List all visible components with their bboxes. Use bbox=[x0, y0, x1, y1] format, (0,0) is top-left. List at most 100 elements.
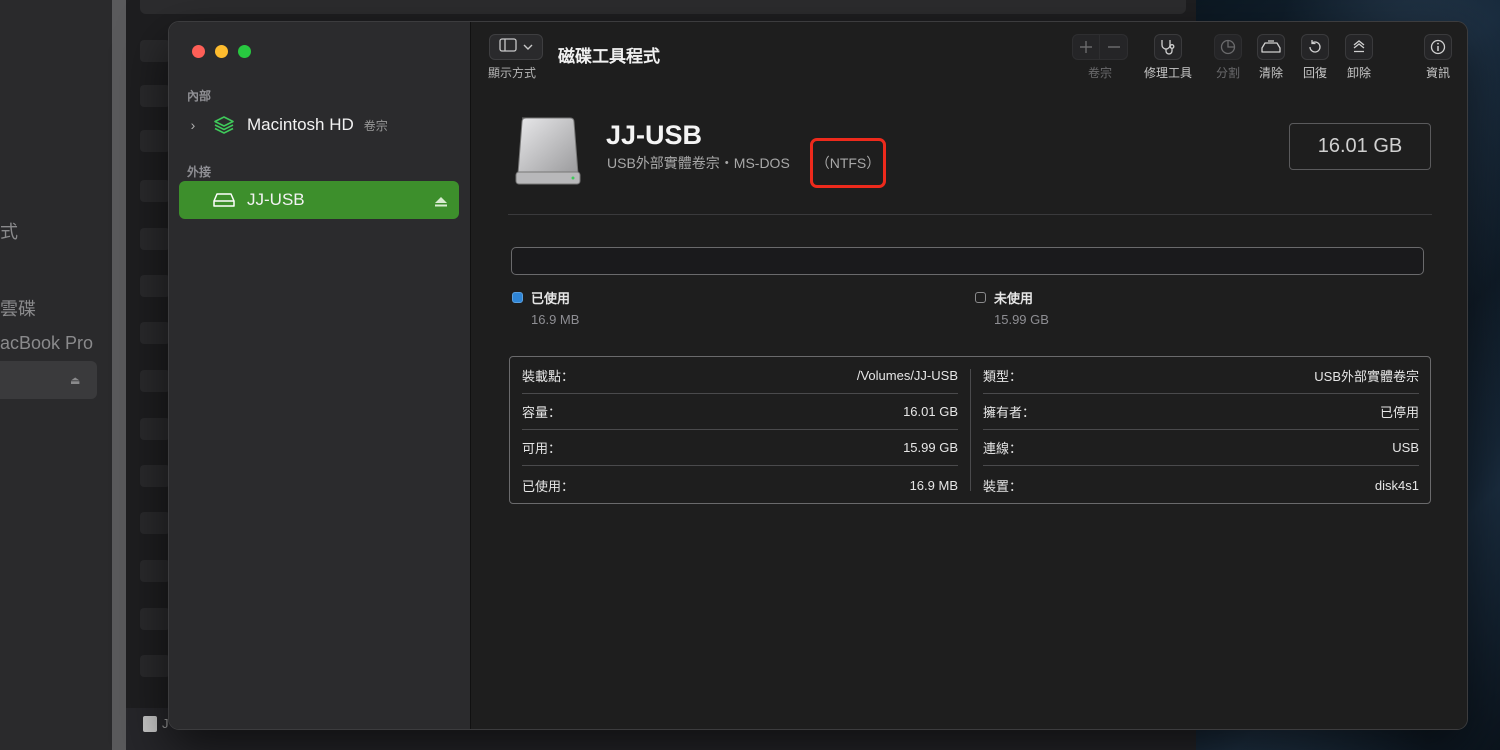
sidebar: 內部 › Macintosh HD 卷宗 外接 JJ-USB bbox=[169, 22, 471, 729]
volume-button-label: 卷宗 bbox=[1087, 66, 1112, 80]
unmount-label: 卸除 bbox=[1346, 66, 1371, 80]
info-key: 裝置： bbox=[983, 478, 1023, 494]
background-row bbox=[140, 608, 170, 630]
used-swatch bbox=[512, 292, 523, 303]
filesystem-highlight: （NTFS） bbox=[810, 138, 886, 188]
info-table: 裝載點： /Volumes/JJ-USB 容量： 16.01 GB 可用： 15… bbox=[509, 356, 1431, 504]
chevron-down-icon bbox=[523, 38, 533, 56]
info-row: 已使用： 16.9 MB bbox=[522, 467, 958, 503]
volume-description: USB外部實體卷宗・MS-DOS bbox=[607, 155, 790, 171]
info-value: USB bbox=[1392, 440, 1419, 455]
info-key: 連線： bbox=[983, 441, 1023, 456]
sidebar-toggle-icon bbox=[499, 37, 517, 57]
usage-bar bbox=[511, 247, 1424, 275]
background-row bbox=[140, 465, 170, 487]
free-label: 未使用 bbox=[994, 291, 1034, 306]
background-divider bbox=[112, 0, 126, 750]
info-row: 擁有者： 已停用 bbox=[983, 394, 1419, 430]
pie-chart-icon bbox=[1214, 34, 1242, 60]
layers-icon bbox=[211, 115, 237, 135]
info-value: 15.99 GB bbox=[903, 440, 958, 455]
legend-free: 未使用 bbox=[975, 288, 1033, 307]
info-key: 擁有者： bbox=[983, 405, 1036, 420]
zoom-button[interactable] bbox=[238, 45, 251, 58]
free-value: 15.99 GB bbox=[994, 312, 1049, 327]
background-sidebar-text: 雲碟 bbox=[0, 299, 36, 319]
first-aid-label: 修理工具 bbox=[1144, 66, 1193, 80]
unmount-button[interactable]: 卸除 bbox=[1345, 34, 1373, 81]
info-row: 容量： 16.01 GB bbox=[522, 394, 958, 430]
info-key: 容量： bbox=[522, 405, 562, 420]
eject-icon: ⏏ bbox=[70, 375, 81, 387]
background-row bbox=[140, 560, 170, 582]
sidebar-item-jj-usb[interactable]: JJ-USB bbox=[179, 181, 459, 219]
info-key: 裝載點： bbox=[522, 369, 575, 384]
background-row bbox=[140, 418, 170, 440]
disk-icon bbox=[143, 716, 157, 732]
info-value: 已停用 bbox=[1379, 405, 1419, 420]
background-row bbox=[140, 370, 170, 392]
stethoscope-icon bbox=[1154, 34, 1182, 60]
filesystem-label: （NTFS） bbox=[815, 155, 881, 171]
view-label: 顯示方式 bbox=[488, 66, 537, 80]
minus-icon[interactable] bbox=[1100, 34, 1128, 60]
info-value: USB外部實體卷宗 bbox=[1314, 369, 1419, 384]
sidebar-item-label: Macintosh HD bbox=[247, 115, 354, 134]
background-sidebar-text: 式 bbox=[0, 222, 18, 242]
info-column-left: 裝載點： /Volumes/JJ-USB 容量： 16.01 GB 可用： 15… bbox=[510, 357, 970, 503]
view-menu-button[interactable] bbox=[489, 34, 543, 60]
usb-drive-icon bbox=[512, 114, 584, 191]
restore-button[interactable]: 回復 bbox=[1301, 34, 1329, 81]
background-row bbox=[140, 40, 170, 62]
info-value: 16.9 MB bbox=[909, 477, 958, 493]
chevron-right-icon[interactable]: › bbox=[181, 117, 205, 133]
background-toolbar bbox=[140, 0, 1186, 14]
sidebar-section-internal: 內部 bbox=[187, 89, 212, 103]
volume-capacity: 16.01 GB bbox=[1289, 123, 1431, 170]
background-selected-item bbox=[0, 361, 97, 399]
info-row: 裝載點： /Volumes/JJ-USB bbox=[522, 358, 958, 394]
background-row bbox=[140, 85, 170, 107]
disk-utility-window: 內部 › Macintosh HD 卷宗 外接 JJ-USB 顯示方式 磁碟工具… bbox=[168, 21, 1468, 730]
background-row bbox=[140, 180, 170, 202]
sidebar-item-label: JJ-USB bbox=[247, 190, 305, 209]
background-sidebar-text: acBook Pro bbox=[0, 333, 94, 353]
sidebar-item-macintosh-hd[interactable]: › Macintosh HD 卷宗 bbox=[179, 106, 459, 144]
unmount-icon bbox=[1345, 34, 1373, 60]
info-label: 資訊 bbox=[1425, 66, 1450, 80]
info-value: /Volumes/JJ-USB bbox=[856, 368, 958, 383]
erase-label: 清除 bbox=[1258, 66, 1283, 80]
divider bbox=[508, 214, 1432, 215]
background-row bbox=[140, 275, 170, 297]
first-aid-button[interactable]: 修理工具 bbox=[1144, 34, 1192, 81]
info-column-right: 類型： USB外部實體卷宗 擁有者： 已停用 連線： USB 裝置： disk4… bbox=[970, 369, 1430, 494]
partition-button[interactable]: 分割 bbox=[1214, 34, 1242, 81]
used-label: 已使用 bbox=[531, 291, 571, 306]
background-row bbox=[140, 228, 170, 250]
info-icon bbox=[1424, 34, 1452, 60]
info-button[interactable]: 資訊 bbox=[1424, 34, 1452, 81]
minimize-button[interactable] bbox=[215, 45, 228, 58]
plus-icon[interactable] bbox=[1072, 34, 1100, 60]
info-key: 類型： bbox=[983, 369, 1023, 384]
external-drive-icon bbox=[211, 190, 237, 210]
volume-button[interactable]: 卷宗 bbox=[1072, 34, 1128, 81]
erase-button[interactable]: 清除 bbox=[1257, 34, 1285, 81]
info-row: 可用： 15.99 GB bbox=[522, 430, 958, 466]
info-row: 類型： USB外部實體卷宗 bbox=[983, 358, 1419, 394]
main-content: 顯示方式 磁碟工具程式 卷宗 修理工具 分割 清除 回復 卸除 資訊 JJ-US… bbox=[472, 22, 1467, 729]
eject-icon[interactable] bbox=[435, 194, 447, 212]
info-row: 連線： USB bbox=[983, 430, 1419, 466]
sidebar-item-sublabel: 卷宗 bbox=[363, 118, 388, 133]
background-row bbox=[140, 512, 170, 534]
info-row: 裝置： disk4s1 bbox=[983, 467, 1419, 503]
partition-label: 分割 bbox=[1215, 66, 1240, 80]
volume-name: JJ-USB bbox=[606, 120, 703, 150]
info-key: 可用： bbox=[522, 441, 562, 456]
background-row bbox=[140, 655, 170, 677]
close-button[interactable] bbox=[192, 45, 205, 58]
background-row bbox=[140, 322, 170, 344]
legend-used: 已使用 bbox=[512, 288, 570, 307]
free-swatch bbox=[975, 292, 986, 303]
info-value: 16.01 GB bbox=[903, 404, 958, 419]
